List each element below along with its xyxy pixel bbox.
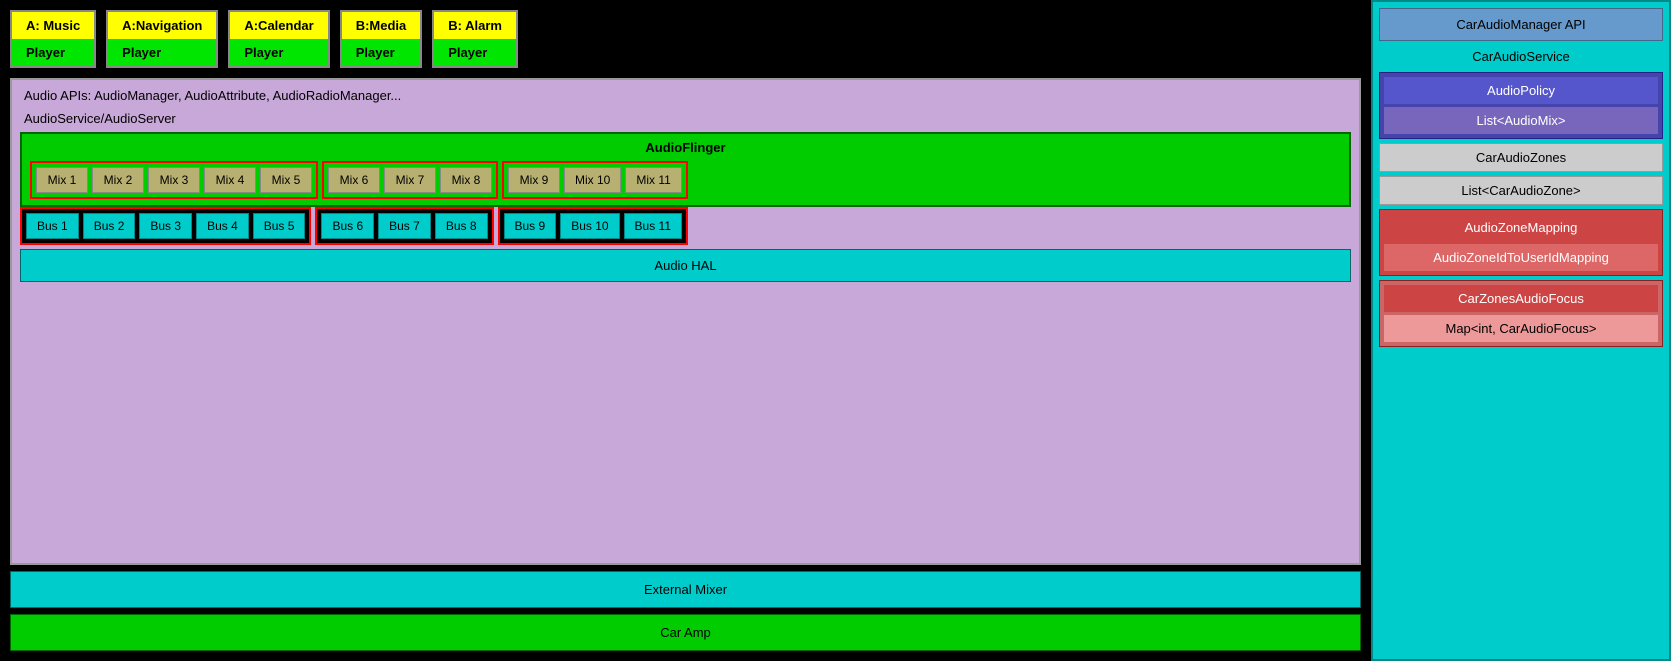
zones-bus-row: Bus 1Bus 2Bus 3Bus 4Bus 5Bus 6Bus 7Bus 8… — [20, 207, 1351, 245]
car-audio-service-label: CarAudioService — [1379, 45, 1663, 68]
bus-zone-group: Bus 1Bus 2Bus 3Bus 4Bus 5 — [20, 207, 311, 245]
app-player-card: B: AlarmPlayer — [432, 10, 518, 68]
list-audio-mix-bar: List<AudioMix> — [1384, 107, 1658, 134]
app-players-row: A: MusicPlayerA:NavigationPlayerA:Calend… — [10, 10, 1361, 68]
zone-group: Mix 9Mix 10Mix 11 — [502, 161, 688, 199]
player-label: Player — [230, 39, 327, 66]
app-label: A:Calendar — [230, 12, 327, 39]
mix-box: Mix 5 — [260, 167, 312, 193]
player-label: Player — [434, 39, 516, 66]
bus-box: Bus 10 — [560, 213, 619, 239]
player-label: Player — [342, 39, 421, 66]
app-player-card: A: MusicPlayer — [10, 10, 96, 68]
map-car-audio-focus-bar: Map<int, CarAudioFocus> — [1384, 315, 1658, 342]
bus-box: Bus 2 — [83, 213, 136, 239]
mix-box: Mix 4 — [204, 167, 256, 193]
player-label: Player — [108, 39, 216, 66]
car-zones-audio-focus-section: CarZonesAudioFocus Map<int, CarAudioFocu… — [1379, 280, 1663, 347]
mix-box: Mix 11 — [625, 167, 681, 193]
bus-zone-group: Bus 9Bus 10Bus 11 — [498, 207, 689, 245]
bus-box: Bus 7 — [378, 213, 431, 239]
audio-zone-mapping-bar: AudioZoneMapping — [1384, 214, 1658, 241]
bus-box: Bus 5 — [253, 213, 306, 239]
external-mixer-bar: External Mixer — [10, 571, 1361, 608]
audio-policy-section: AudioPolicy List<AudioMix> — [1379, 72, 1663, 139]
audio-policy-bar: AudioPolicy — [1384, 77, 1658, 104]
car-audio-manager-bar: CarAudioManager API — [1379, 8, 1663, 41]
bus-box: Bus 11 — [624, 213, 682, 239]
app-label: B: Alarm — [434, 12, 516, 39]
bus-box: Bus 9 — [504, 213, 557, 239]
mix-box: Mix 2 — [92, 167, 144, 193]
app-player-card: B:MediaPlayer — [340, 10, 423, 68]
audio-flinger-label: AudioFlinger — [30, 140, 1341, 155]
audio-zone-mapping-section: AudioZoneMapping AudioZoneIdToUserIdMapp… — [1379, 209, 1663, 276]
bus-box: Bus 4 — [196, 213, 249, 239]
app-label: A: Music — [12, 12, 94, 39]
car-audio-zones-bar: CarAudioZones — [1379, 143, 1663, 172]
player-label: Player — [12, 39, 94, 66]
app-player-card: A:NavigationPlayer — [106, 10, 218, 68]
zone-group: Mix 1Mix 2Mix 3Mix 4Mix 5 — [30, 161, 318, 199]
bus-box: Bus 3 — [139, 213, 192, 239]
audio-flinger-container: AudioFlinger Mix 1Mix 2Mix 3Mix 4Mix 5Mi… — [20, 132, 1351, 207]
zones-mix-row: Mix 1Mix 2Mix 3Mix 4Mix 5Mix 6Mix 7Mix 8… — [30, 161, 1341, 199]
zone-group: Mix 6Mix 7Mix 8 — [322, 161, 498, 199]
list-car-audio-zone-bar: List<CarAudioZone> — [1379, 176, 1663, 205]
app-label: A:Navigation — [108, 12, 216, 39]
audio-service-label: AudioService/AudioServer — [20, 109, 1351, 128]
mix-box: Mix 9 — [508, 167, 560, 193]
audio-hal-bar: Audio HAL — [20, 249, 1351, 282]
bus-box: Bus 1 — [26, 213, 79, 239]
mix-box: Mix 8 — [440, 167, 492, 193]
car-amp-bar: Car Amp — [10, 614, 1361, 651]
mix-box: Mix 6 — [328, 167, 380, 193]
mix-box: Mix 10 — [564, 167, 621, 193]
bus-zone-group: Bus 6Bus 7Bus 8 — [315, 207, 493, 245]
right-panel: CarAudioManager API CarAudioService Audi… — [1371, 0, 1671, 661]
app-label: B:Media — [342, 12, 421, 39]
audio-apis-label: Audio APIs: AudioManager, AudioAttribute… — [20, 86, 1351, 105]
left-panel: A: MusicPlayerA:NavigationPlayerA:Calend… — [0, 0, 1371, 661]
mix-box: Mix 1 — [36, 167, 88, 193]
bus-box: Bus 8 — [435, 213, 488, 239]
mix-box: Mix 7 — [384, 167, 436, 193]
car-zones-audio-focus-bar: CarZonesAudioFocus — [1384, 285, 1658, 312]
audio-zone-id-mapping-bar: AudioZoneIdToUserIdMapping — [1384, 244, 1658, 271]
mix-box: Mix 3 — [148, 167, 200, 193]
main-stack: Audio APIs: AudioManager, AudioAttribute… — [10, 78, 1361, 565]
app-player-card: A:CalendarPlayer — [228, 10, 329, 68]
bus-box: Bus 6 — [321, 213, 374, 239]
